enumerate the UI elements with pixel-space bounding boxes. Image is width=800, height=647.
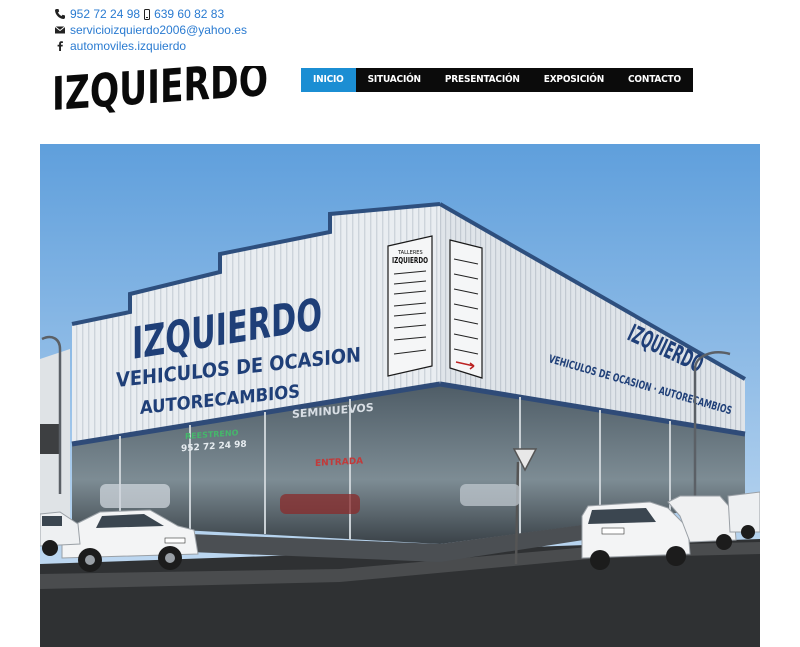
info-board-2 [449, 239, 483, 379]
email-link[interactable]: servicioizquierdo2006@yahoo.es [70, 22, 247, 38]
nav-item-presentacion[interactable]: PRESENTACIÓN [433, 68, 532, 92]
phone-icon [54, 8, 66, 20]
nav-item-situacion[interactable]: SITUACIÓN [356, 68, 433, 92]
nav-item-exposicion[interactable]: EXPOSICIÓN [532, 68, 616, 92]
email-row: servicioizquierdo2006@yahoo.es [54, 22, 247, 38]
info-board-1: TALLERES IZQUIERDO [387, 235, 433, 377]
board-title: IZQUIERDO [392, 256, 428, 265]
facebook-icon [54, 40, 66, 52]
mobile-link[interactable]: 639 60 82 83 [154, 6, 224, 22]
nav-item-contacto[interactable]: CONTACTO [616, 68, 693, 92]
hero-image: IZQUIERDO VEHICULOS DE OCASION AUTORECAM… [40, 144, 760, 647]
white-car-edge [727, 491, 760, 539]
logo-text: IZQUIERDO [52, 66, 268, 121]
phone-link[interactable]: 952 72 24 98 [70, 6, 140, 22]
facebook-row: automoviles.izquierdo [54, 38, 247, 54]
site-logo[interactable]: IZQUIERDO [50, 52, 272, 126]
mobile-icon [140, 8, 154, 20]
contact-info: 952 72 24 98 639 60 82 83 servicioizquie… [54, 6, 247, 54]
nav-item-inicio[interactable]: INICIO [301, 68, 356, 92]
envelope-icon [54, 24, 66, 36]
phone-row: 952 72 24 98 639 60 82 83 [54, 6, 247, 22]
facebook-link[interactable]: automoviles.izquierdo [70, 38, 186, 54]
main-nav: INICIO SITUACIÓN PRESENTACIÓN EXPOSICIÓN… [301, 68, 693, 92]
